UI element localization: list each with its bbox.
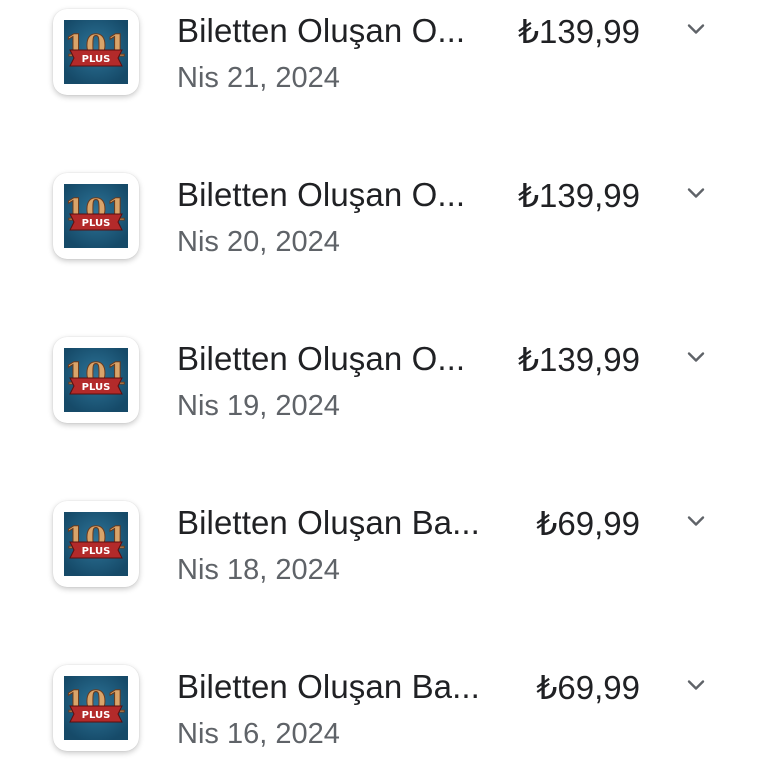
chevron-down-icon (687, 680, 705, 690)
purchase-date: Nis 19, 2024 (177, 390, 340, 422)
app-icon: 101 PLUS (53, 337, 139, 423)
svg-text:PLUS: PLUS (82, 54, 111, 65)
app-icon: 101 PLUS (53, 665, 139, 751)
chevron-down-icon (687, 352, 705, 362)
purchase-row[interactable]: 101 PLUS Biletten Oluşan Ba... Nis 16, 2… (0, 656, 768, 776)
101-okey-plus-icon: 101 PLUS (64, 20, 128, 84)
app-icon: 101 PLUS (53, 501, 139, 587)
purchase-price: ₺69,99 (536, 669, 640, 706)
purchase-date: Nis 21, 2024 (177, 62, 340, 94)
expand-button[interactable] (672, 5, 720, 53)
101-okey-plus-icon: 101 PLUS (64, 676, 128, 740)
app-icon: 101 PLUS (53, 173, 139, 259)
expand-button[interactable] (672, 169, 720, 217)
chevron-down-icon (687, 24, 705, 34)
expand-button[interactable] (672, 333, 720, 381)
purchase-price: ₺139,99 (518, 341, 640, 378)
svg-text:PLUS: PLUS (82, 218, 111, 229)
app-icon: 101 PLUS (53, 9, 139, 95)
purchase-date: Nis 20, 2024 (177, 226, 340, 258)
purchase-title: Biletten Oluşan O... (177, 176, 466, 213)
svg-text:PLUS: PLUS (82, 710, 111, 721)
chevron-down-icon (687, 516, 705, 526)
expand-button[interactable] (672, 661, 720, 709)
purchase-date: Nis 18, 2024 (177, 554, 340, 586)
purchase-price: ₺139,99 (518, 13, 640, 50)
purchase-row[interactable]: 101 PLUS Biletten Oluşan Ba... Nis 18, 2… (0, 492, 768, 612)
chevron-down-icon (687, 188, 705, 198)
101-okey-plus-icon: 101 PLUS (64, 512, 128, 576)
svg-text:PLUS: PLUS (82, 382, 111, 393)
purchase-row[interactable]: 101 PLUS Biletten Oluşan O... Nis 21, 20… (0, 0, 768, 120)
purchase-title: Biletten Oluşan Ba... (177, 504, 480, 541)
101-okey-plus-icon: 101 PLUS (64, 348, 128, 412)
purchase-row[interactable]: 101 PLUS Biletten Oluşan O... Nis 19, 20… (0, 328, 768, 448)
purchase-date: Nis 16, 2024 (177, 718, 340, 750)
svg-text:PLUS: PLUS (82, 546, 111, 557)
expand-button[interactable] (672, 497, 720, 545)
purchase-title: Biletten Oluşan O... (177, 340, 466, 377)
purchase-row[interactable]: 101 PLUS Biletten Oluşan O... Nis 20, 20… (0, 164, 768, 284)
purchase-title: Biletten Oluşan O... (177, 12, 466, 49)
101-okey-plus-icon: 101 PLUS (64, 184, 128, 248)
purchase-price: ₺139,99 (518, 177, 640, 214)
purchase-price: ₺69,99 (536, 505, 640, 542)
purchase-title: Biletten Oluşan Ba... (177, 668, 480, 705)
purchase-history-list: 101 PLUS Biletten Oluşan O... Nis 21, 20… (0, 0, 768, 768)
